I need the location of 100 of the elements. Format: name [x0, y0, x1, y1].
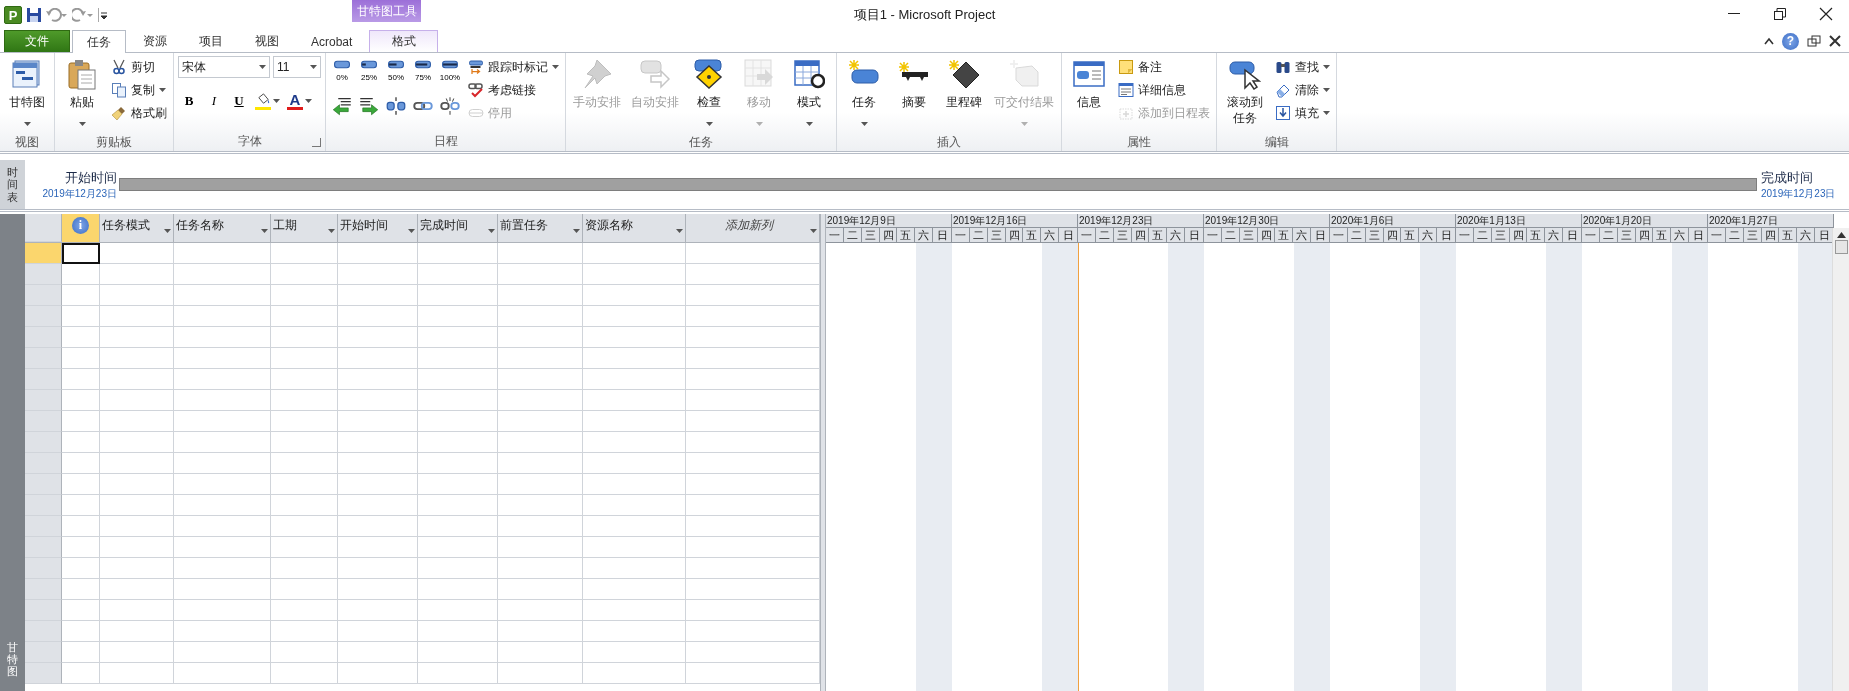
- table-cell[interactable]: [62, 369, 100, 390]
- font-color-button[interactable]: A: [285, 90, 314, 112]
- table-cell[interactable]: [418, 579, 498, 600]
- selected-cell[interactable]: [62, 243, 100, 264]
- table-cell[interactable]: [583, 516, 686, 537]
- table-cell[interactable]: [271, 285, 338, 306]
- restore-window-icon[interactable]: [1807, 35, 1821, 47]
- row-header[interactable]: [25, 285, 62, 306]
- column-header[interactable]: 前置任务: [498, 214, 583, 242]
- table-cell[interactable]: [583, 495, 686, 516]
- table-cell[interactable]: [271, 453, 338, 474]
- table-cell[interactable]: [174, 474, 271, 495]
- table-cell[interactable]: [271, 369, 338, 390]
- ribbon-tab[interactable]: 格式: [369, 30, 439, 52]
- ribbon-tab[interactable]: 任务: [72, 30, 126, 53]
- table-cell[interactable]: [100, 621, 174, 642]
- table-cell[interactable]: [418, 390, 498, 411]
- table-cell[interactable]: [174, 579, 271, 600]
- minimize-icon[interactable]: [1728, 13, 1740, 15]
- table-cell[interactable]: [271, 621, 338, 642]
- table-cell[interactable]: [338, 306, 418, 327]
- gantt-side-tab[interactable]: 甘特图: [0, 214, 25, 691]
- table-cell[interactable]: [100, 243, 174, 264]
- table-cell[interactable]: [271, 495, 338, 516]
- table-cell[interactable]: [174, 453, 271, 474]
- ribbon-button[interactable]: 复制: [109, 79, 169, 101]
- save-icon[interactable]: [26, 7, 42, 23]
- ribbon-button[interactable]: 检查: [686, 56, 732, 134]
- close-icon[interactable]: [1819, 7, 1833, 21]
- table-cell[interactable]: [583, 327, 686, 348]
- table-cell[interactable]: [62, 495, 100, 516]
- ribbon-icon-button[interactable]: [384, 94, 408, 118]
- table-cell[interactable]: [498, 306, 583, 327]
- column-header[interactable]: 任务模式: [100, 214, 174, 242]
- table-cell[interactable]: [418, 663, 498, 684]
- percent-complete-button[interactable]: 25%: [357, 56, 381, 82]
- ribbon-button[interactable]: 跟踪时标记: [466, 56, 561, 78]
- table-cell[interactable]: [583, 411, 686, 432]
- table-cell[interactable]: [174, 369, 271, 390]
- table-cell[interactable]: [100, 495, 174, 516]
- percent-complete-button[interactable]: 50%: [384, 56, 408, 82]
- customize-menu-icon[interactable]: [98, 8, 108, 22]
- table-cell[interactable]: [62, 453, 100, 474]
- scrollbar[interactable]: [1832, 228, 1849, 691]
- table-cell[interactable]: [583, 432, 686, 453]
- table-cell[interactable]: [498, 432, 583, 453]
- row-header[interactable]: [25, 558, 62, 579]
- table-cell[interactable]: [174, 390, 271, 411]
- ribbon-button[interactable]: 考虑链接: [466, 79, 561, 101]
- table-cell[interactable]: [338, 474, 418, 495]
- table-cell[interactable]: [498, 285, 583, 306]
- table-cell[interactable]: [271, 432, 338, 453]
- row-header[interactable]: [25, 663, 62, 684]
- table-cell[interactable]: [498, 537, 583, 558]
- table-cell[interactable]: [498, 369, 583, 390]
- table-cell[interactable]: [174, 495, 271, 516]
- table-cell[interactable]: [418, 243, 498, 264]
- table-cell[interactable]: [498, 411, 583, 432]
- table-cell[interactable]: [62, 411, 100, 432]
- dialog-launcher-icon[interactable]: [312, 138, 321, 147]
- format-button[interactable]: U: [228, 90, 250, 112]
- table-cell[interactable]: [100, 306, 174, 327]
- table-cell[interactable]: [100, 432, 174, 453]
- row-header[interactable]: [25, 432, 62, 453]
- table-cell[interactable]: [583, 306, 686, 327]
- table-cell[interactable]: [498, 474, 583, 495]
- table-cell[interactable]: [100, 663, 174, 684]
- table-cell[interactable]: [174, 327, 271, 348]
- table-cell[interactable]: [338, 432, 418, 453]
- table-cell[interactable]: [338, 495, 418, 516]
- table-cell[interactable]: [418, 642, 498, 663]
- table-cell[interactable]: [100, 579, 174, 600]
- table-cell[interactable]: [338, 390, 418, 411]
- table-cell[interactable]: [62, 663, 100, 684]
- ribbon-button[interactable]: 填充: [1273, 102, 1332, 124]
- row-header[interactable]: [25, 600, 62, 621]
- table-cell[interactable]: [498, 453, 583, 474]
- column-header[interactable]: 开始时间: [338, 214, 418, 242]
- ribbon-button[interactable]: 模式: [786, 56, 832, 134]
- row-header[interactable]: [25, 474, 62, 495]
- table-cell[interactable]: [338, 642, 418, 663]
- ribbon-button[interactable]: 里程碑: [941, 56, 987, 134]
- table-cell[interactable]: [418, 495, 498, 516]
- table-cell[interactable]: [62, 327, 100, 348]
- table-cell[interactable]: [174, 348, 271, 369]
- table-cell[interactable]: [583, 600, 686, 621]
- percent-complete-button[interactable]: 75%: [411, 56, 435, 82]
- table-cell[interactable]: [174, 411, 271, 432]
- table-cell[interactable]: [583, 243, 686, 264]
- table-cell[interactable]: [271, 537, 338, 558]
- table-cell[interactable]: [418, 264, 498, 285]
- fill-color-button[interactable]: [253, 90, 282, 112]
- table-cell[interactable]: [174, 243, 271, 264]
- row-header[interactable]: [25, 411, 62, 432]
- table-cell[interactable]: [338, 327, 418, 348]
- ribbon-button[interactable]: 信息: [1066, 56, 1112, 134]
- ribbon-icon-button[interactable]: [438, 94, 462, 118]
- table-cell[interactable]: [174, 663, 271, 684]
- table-cell[interactable]: [271, 516, 338, 537]
- table-cell[interactable]: [62, 285, 100, 306]
